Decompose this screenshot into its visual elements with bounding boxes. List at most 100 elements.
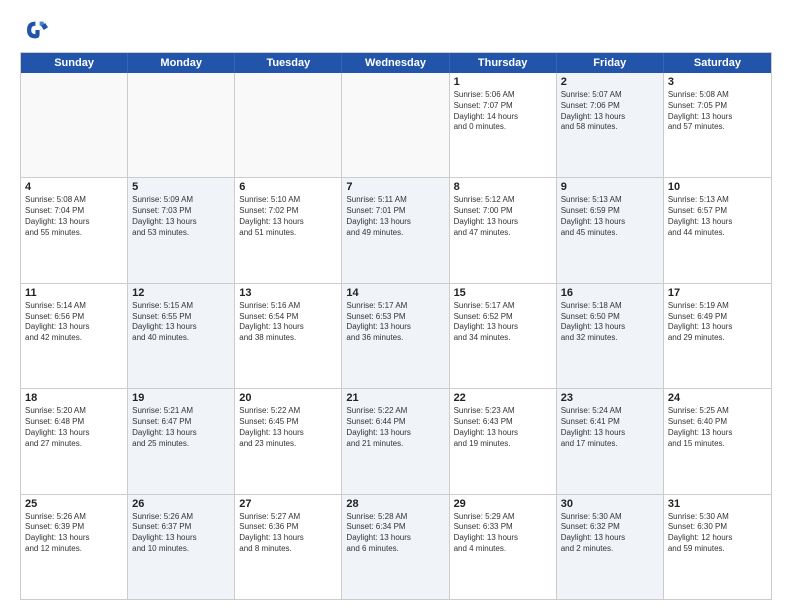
day-number: 29 (454, 498, 552, 510)
calendar-cell-4-1: 26 Sunrise: 5:26 AM Sunset: 6:37 PM Dayli… (128, 495, 235, 599)
calendar-cell-2-0: 11 Sunrise: 5:14 AM Sunset: 6:56 PM Dayli… (21, 284, 128, 388)
calendar-cell-3-0: 18 Sunrise: 5:20 AM Sunset: 6:48 PM Dayli… (21, 389, 128, 493)
day-number: 22 (454, 392, 552, 404)
header (20, 16, 772, 44)
header-day-saturday: Saturday (664, 53, 771, 73)
cell-info-text: Sunrise: 5:22 AM Sunset: 6:45 PM Dayligh… (239, 406, 337, 449)
cell-info-text: Sunrise: 5:11 AM Sunset: 7:01 PM Dayligh… (346, 195, 444, 238)
day-number: 2 (561, 76, 659, 88)
day-number: 11 (25, 287, 123, 299)
cell-info-text: Sunrise: 5:19 AM Sunset: 6:49 PM Dayligh… (668, 301, 767, 344)
calendar-cell-3-5: 23Sunrise: 5:24 AM Sunset: 6:41 PM Dayli… (557, 389, 664, 493)
cell-info-text: Sunrise: 5:29 AM Sunset: 6:33 PM Dayligh… (454, 512, 552, 555)
header-day-thursday: Thursday (450, 53, 557, 73)
calendar-row-1: 4 Sunrise: 5:08 AM Sunset: 7:04 PM Daylig… (21, 178, 771, 283)
cell-info-text: Sunrise: 5:30 AM Sunset: 6:32 PM Dayligh… (561, 512, 659, 555)
cell-info-text: Sunrise: 5:18 AM Sunset: 6:50 PM Dayligh… (561, 301, 659, 344)
calendar-row-2: 11 Sunrise: 5:14 AM Sunset: 6:56 PM Dayli… (21, 284, 771, 389)
cell-info-text: Sunrise: 5:17 AM Sunset: 6:53 PM Dayligh… (346, 301, 444, 344)
calendar-cell-4-5: 30 Sunrise: 5:30 AM Sunset: 6:32 PM Dayli… (557, 495, 664, 599)
cell-info-text: Sunrise: 5:13 AM Sunset: 6:57 PM Dayligh… (668, 195, 767, 238)
calendar-cell-2-5: 16 Sunrise: 5:18 AM Sunset: 6:50 PM Dayli… (557, 284, 664, 388)
calendar-cell-3-6: 24 Sunrise: 5:25 AM Sunset: 6:40 PM Dayli… (664, 389, 771, 493)
calendar-cell-0-5: 2 Sunrise: 5:07 AM Sunset: 7:06 PM Daylig… (557, 73, 664, 177)
calendar-cell-4-6: 31 Sunrise: 5:30 AM Sunset: 6:30 PM Dayli… (664, 495, 771, 599)
day-number: 19 (132, 392, 230, 404)
calendar-row-3: 18 Sunrise: 5:20 AM Sunset: 6:48 PM Dayli… (21, 389, 771, 494)
calendar-cell-4-2: 27Sunrise: 5:27 AM Sunset: 6:36 PM Dayli… (235, 495, 342, 599)
calendar-cell-3-3: 21 Sunrise: 5:22 AM Sunset: 6:44 PM Dayli… (342, 389, 449, 493)
cell-info-text: Sunrise: 5:15 AM Sunset: 6:55 PM Dayligh… (132, 301, 230, 344)
calendar-body: 1Sunrise: 5:06 AM Sunset: 7:07 PM Daylig… (21, 73, 771, 599)
cell-info-text: Sunrise: 5:12 AM Sunset: 7:00 PM Dayligh… (454, 195, 552, 238)
calendar-cell-0-2 (235, 73, 342, 177)
calendar: SundayMondayTuesdayWednesdayThursdayFrid… (20, 52, 772, 600)
calendar-cell-4-0: 25 Sunrise: 5:26 AM Sunset: 6:39 PM Dayli… (21, 495, 128, 599)
cell-info-text: Sunrise: 5:26 AM Sunset: 6:37 PM Dayligh… (132, 512, 230, 555)
cell-info-text: Sunrise: 5:23 AM Sunset: 6:43 PM Dayligh… (454, 406, 552, 449)
header-day-sunday: Sunday (21, 53, 128, 73)
calendar-cell-1-5: 9 Sunrise: 5:13 AM Sunset: 6:59 PM Daylig… (557, 178, 664, 282)
cell-info-text: Sunrise: 5:30 AM Sunset: 6:30 PM Dayligh… (668, 512, 767, 555)
day-number: 20 (239, 392, 337, 404)
calendar-cell-0-3 (342, 73, 449, 177)
day-number: 25 (25, 498, 123, 510)
day-number: 30 (561, 498, 659, 510)
cell-info-text: Sunrise: 5:26 AM Sunset: 6:39 PM Dayligh… (25, 512, 123, 555)
logo (20, 16, 52, 44)
calendar-cell-4-4: 29 Sunrise: 5:29 AM Sunset: 6:33 PM Dayli… (450, 495, 557, 599)
day-number: 4 (25, 181, 123, 193)
cell-info-text: Sunrise: 5:28 AM Sunset: 6:34 PM Dayligh… (346, 512, 444, 555)
day-number: 21 (346, 392, 444, 404)
cell-info-text: Sunrise: 5:07 AM Sunset: 7:06 PM Dayligh… (561, 90, 659, 133)
header-day-monday: Monday (128, 53, 235, 73)
cell-info-text: Sunrise: 5:25 AM Sunset: 6:40 PM Dayligh… (668, 406, 767, 449)
header-day-tuesday: Tuesday (235, 53, 342, 73)
calendar-cell-1-1: 5Sunrise: 5:09 AM Sunset: 7:03 PM Daylig… (128, 178, 235, 282)
calendar-header: SundayMondayTuesdayWednesdayThursdayFrid… (21, 53, 771, 73)
day-number: 3 (668, 76, 767, 88)
cell-info-text: Sunrise: 5:10 AM Sunset: 7:02 PM Dayligh… (239, 195, 337, 238)
day-number: 24 (668, 392, 767, 404)
calendar-cell-1-6: 10Sunrise: 5:13 AM Sunset: 6:57 PM Dayli… (664, 178, 771, 282)
calendar-cell-0-4: 1Sunrise: 5:06 AM Sunset: 7:07 PM Daylig… (450, 73, 557, 177)
day-number: 9 (561, 181, 659, 193)
calendar-cell-1-0: 4 Sunrise: 5:08 AM Sunset: 7:04 PM Daylig… (21, 178, 128, 282)
cell-info-text: Sunrise: 5:27 AM Sunset: 6:36 PM Dayligh… (239, 512, 337, 555)
cell-info-text: Sunrise: 5:17 AM Sunset: 6:52 PM Dayligh… (454, 301, 552, 344)
cell-info-text: Sunrise: 5:16 AM Sunset: 6:54 PM Dayligh… (239, 301, 337, 344)
day-number: 28 (346, 498, 444, 510)
cell-info-text: Sunrise: 5:21 AM Sunset: 6:47 PM Dayligh… (132, 406, 230, 449)
calendar-cell-1-2: 6 Sunrise: 5:10 AM Sunset: 7:02 PM Daylig… (235, 178, 342, 282)
calendar-cell-3-2: 20 Sunrise: 5:22 AM Sunset: 6:45 PM Dayli… (235, 389, 342, 493)
day-number: 13 (239, 287, 337, 299)
day-number: 17 (668, 287, 767, 299)
calendar-cell-2-4: 15 Sunrise: 5:17 AM Sunset: 6:52 PM Dayli… (450, 284, 557, 388)
day-number: 15 (454, 287, 552, 299)
calendar-cell-0-1 (128, 73, 235, 177)
cell-info-text: Sunrise: 5:08 AM Sunset: 7:05 PM Dayligh… (668, 90, 767, 133)
calendar-cell-1-4: 8Sunrise: 5:12 AM Sunset: 7:00 PM Daylig… (450, 178, 557, 282)
day-number: 12 (132, 287, 230, 299)
calendar-row-4: 25 Sunrise: 5:26 AM Sunset: 6:39 PM Dayli… (21, 495, 771, 599)
day-number: 26 (132, 498, 230, 510)
day-number: 31 (668, 498, 767, 510)
calendar-cell-0-6: 3 Sunrise: 5:08 AM Sunset: 7:05 PM Daylig… (664, 73, 771, 177)
cell-info-text: Sunrise: 5:22 AM Sunset: 6:44 PM Dayligh… (346, 406, 444, 449)
day-number: 23 (561, 392, 659, 404)
cell-info-text: Sunrise: 5:14 AM Sunset: 6:56 PM Dayligh… (25, 301, 123, 344)
logo-icon (20, 16, 48, 44)
page: SundayMondayTuesdayWednesdayThursdayFrid… (0, 0, 792, 612)
calendar-cell-1-3: 7 Sunrise: 5:11 AM Sunset: 7:01 PM Daylig… (342, 178, 449, 282)
day-number: 6 (239, 181, 337, 193)
day-number: 18 (25, 392, 123, 404)
day-number: 7 (346, 181, 444, 193)
cell-info-text: Sunrise: 5:08 AM Sunset: 7:04 PM Dayligh… (25, 195, 123, 238)
cell-info-text: Sunrise: 5:20 AM Sunset: 6:48 PM Dayligh… (25, 406, 123, 449)
day-number: 16 (561, 287, 659, 299)
calendar-row-0: 1Sunrise: 5:06 AM Sunset: 7:07 PM Daylig… (21, 73, 771, 178)
calendar-cell-4-3: 28 Sunrise: 5:28 AM Sunset: 6:34 PM Dayli… (342, 495, 449, 599)
calendar-cell-2-1: 12 Sunrise: 5:15 AM Sunset: 6:55 PM Dayli… (128, 284, 235, 388)
day-number: 1 (454, 76, 552, 88)
cell-info-text: Sunrise: 5:13 AM Sunset: 6:59 PM Dayligh… (561, 195, 659, 238)
